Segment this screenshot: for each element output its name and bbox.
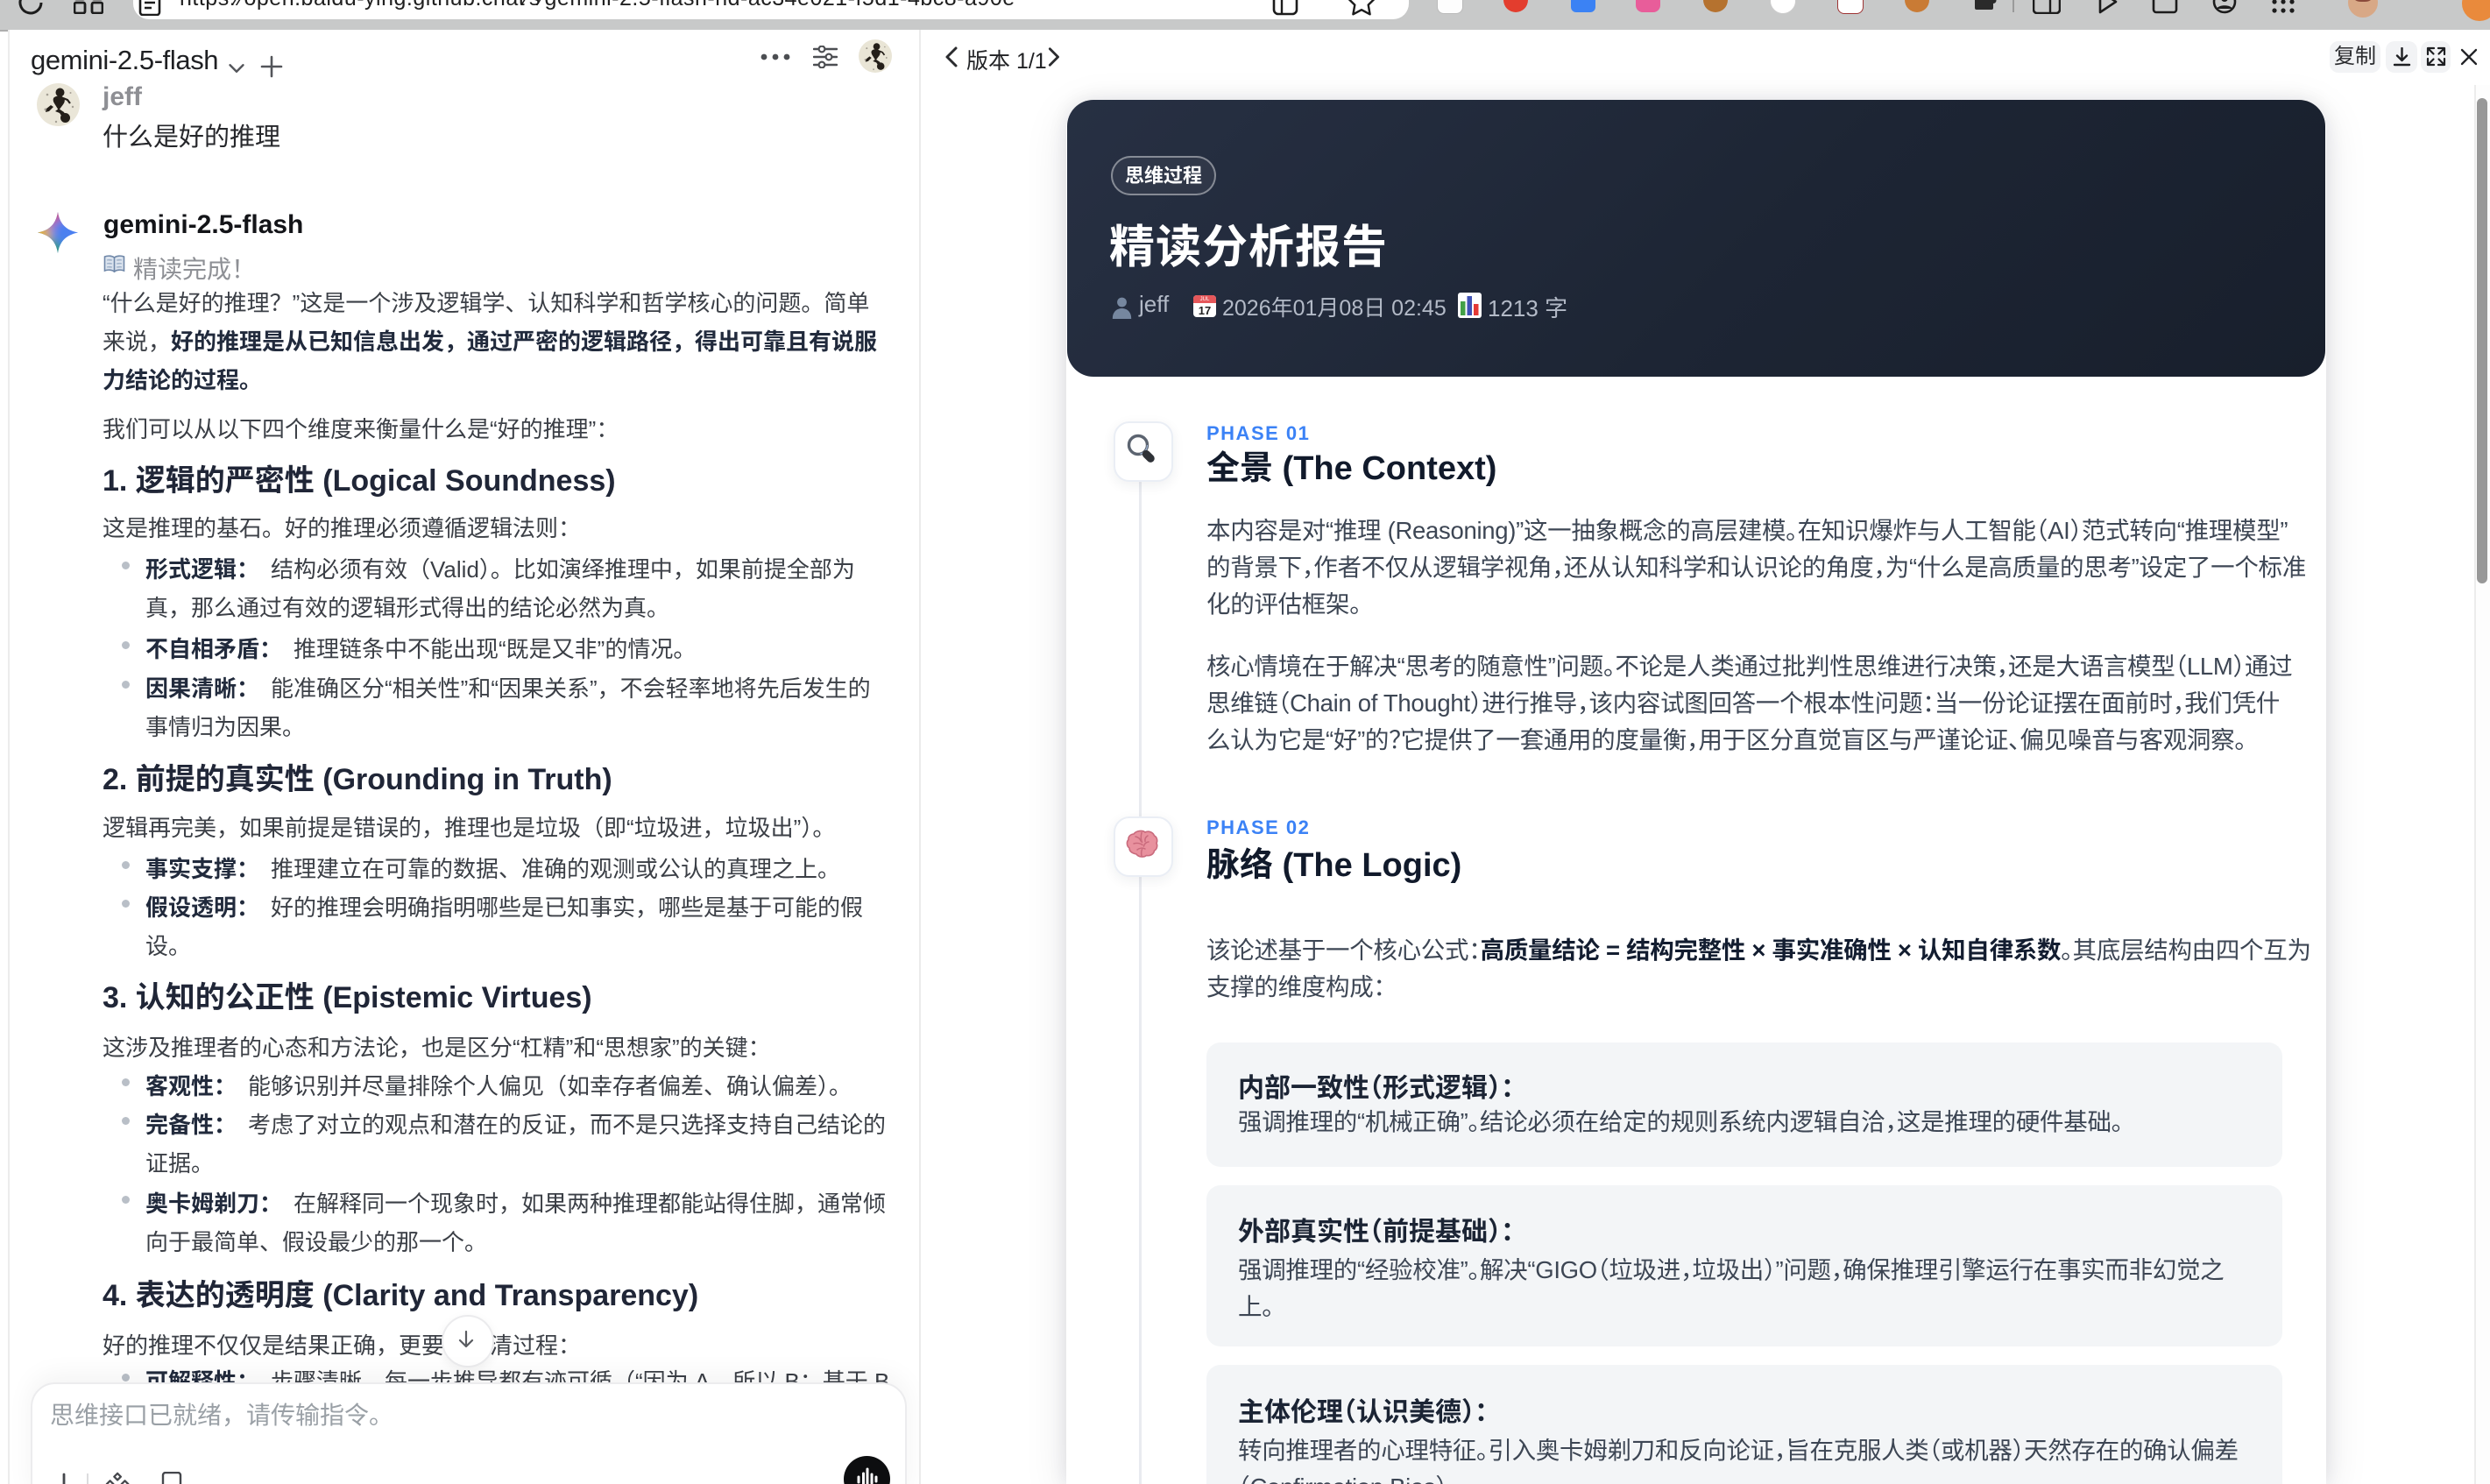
svg-text:JUL: JUL [1200,297,1210,302]
svg-text:17: 17 [1199,304,1211,317]
